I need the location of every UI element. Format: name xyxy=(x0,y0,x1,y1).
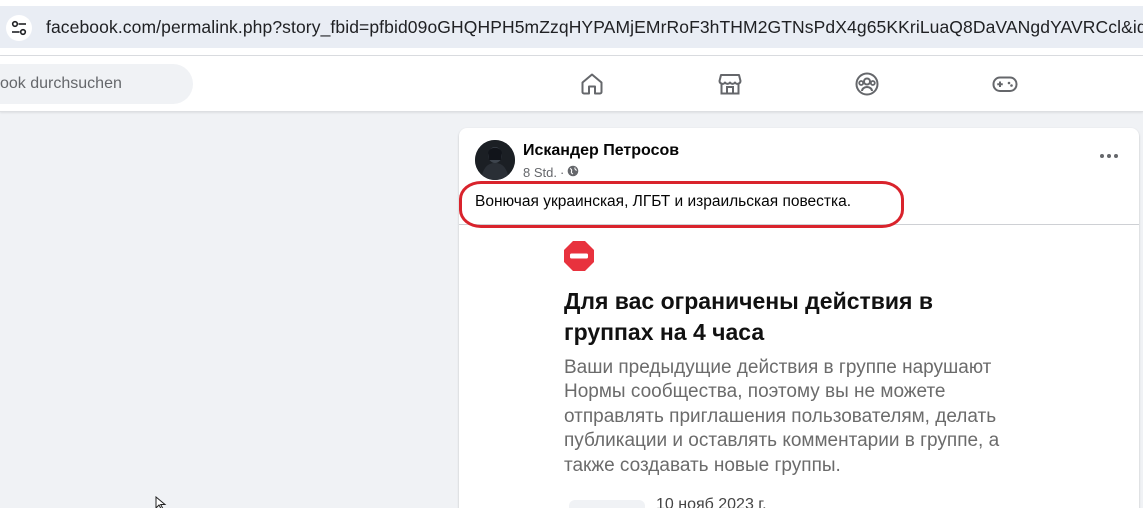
marketplace-icon[interactable] xyxy=(716,70,744,98)
date-chip xyxy=(569,500,645,508)
notice-title: Для вас ограничены действия в группах на… xyxy=(564,288,933,345)
mouse-cursor-icon xyxy=(155,495,167,508)
post-card: Искандер Петросов 8 Std. · Вонючая украи… xyxy=(459,128,1139,508)
notice-date: 10 нояб 2023 г. xyxy=(656,496,767,508)
post-meta: 8 Std. · xyxy=(523,165,579,180)
groups-icon[interactable] xyxy=(853,70,881,98)
url-field[interactable]: facebook.com/permalink.php?story_fbid=pf… xyxy=(0,6,1143,48)
meta-separator: · xyxy=(559,165,565,180)
url-text[interactable]: facebook.com/permalink.php?story_fbid=pf… xyxy=(46,17,1143,38)
post-text: Вонючая украинская, ЛГБТ и израильская п… xyxy=(475,193,852,210)
search-input[interactable]: ook durchsuchen xyxy=(0,64,193,104)
post-divider xyxy=(459,224,1139,225)
author-avatar[interactable] xyxy=(475,140,515,180)
more-options-icon[interactable] xyxy=(1093,144,1125,168)
site-info-icon[interactable] xyxy=(6,15,32,41)
globe-icon xyxy=(567,165,579,180)
home-icon[interactable] xyxy=(578,70,606,98)
browser-address-bar: facebook.com/permalink.php?story_fbid=pf… xyxy=(0,0,1143,56)
author-name[interactable]: Искандер Петросов xyxy=(523,142,679,160)
post-time[interactable]: 8 Std. xyxy=(523,165,557,180)
stop-icon xyxy=(563,240,595,272)
search-placeholder: ook durchsuchen xyxy=(0,75,122,92)
notice-body: Ваши предыдущие действия в группе наруша… xyxy=(564,357,1000,476)
facebook-top-nav: ook durchsuchen xyxy=(0,56,1143,112)
gaming-icon[interactable] xyxy=(991,70,1019,98)
